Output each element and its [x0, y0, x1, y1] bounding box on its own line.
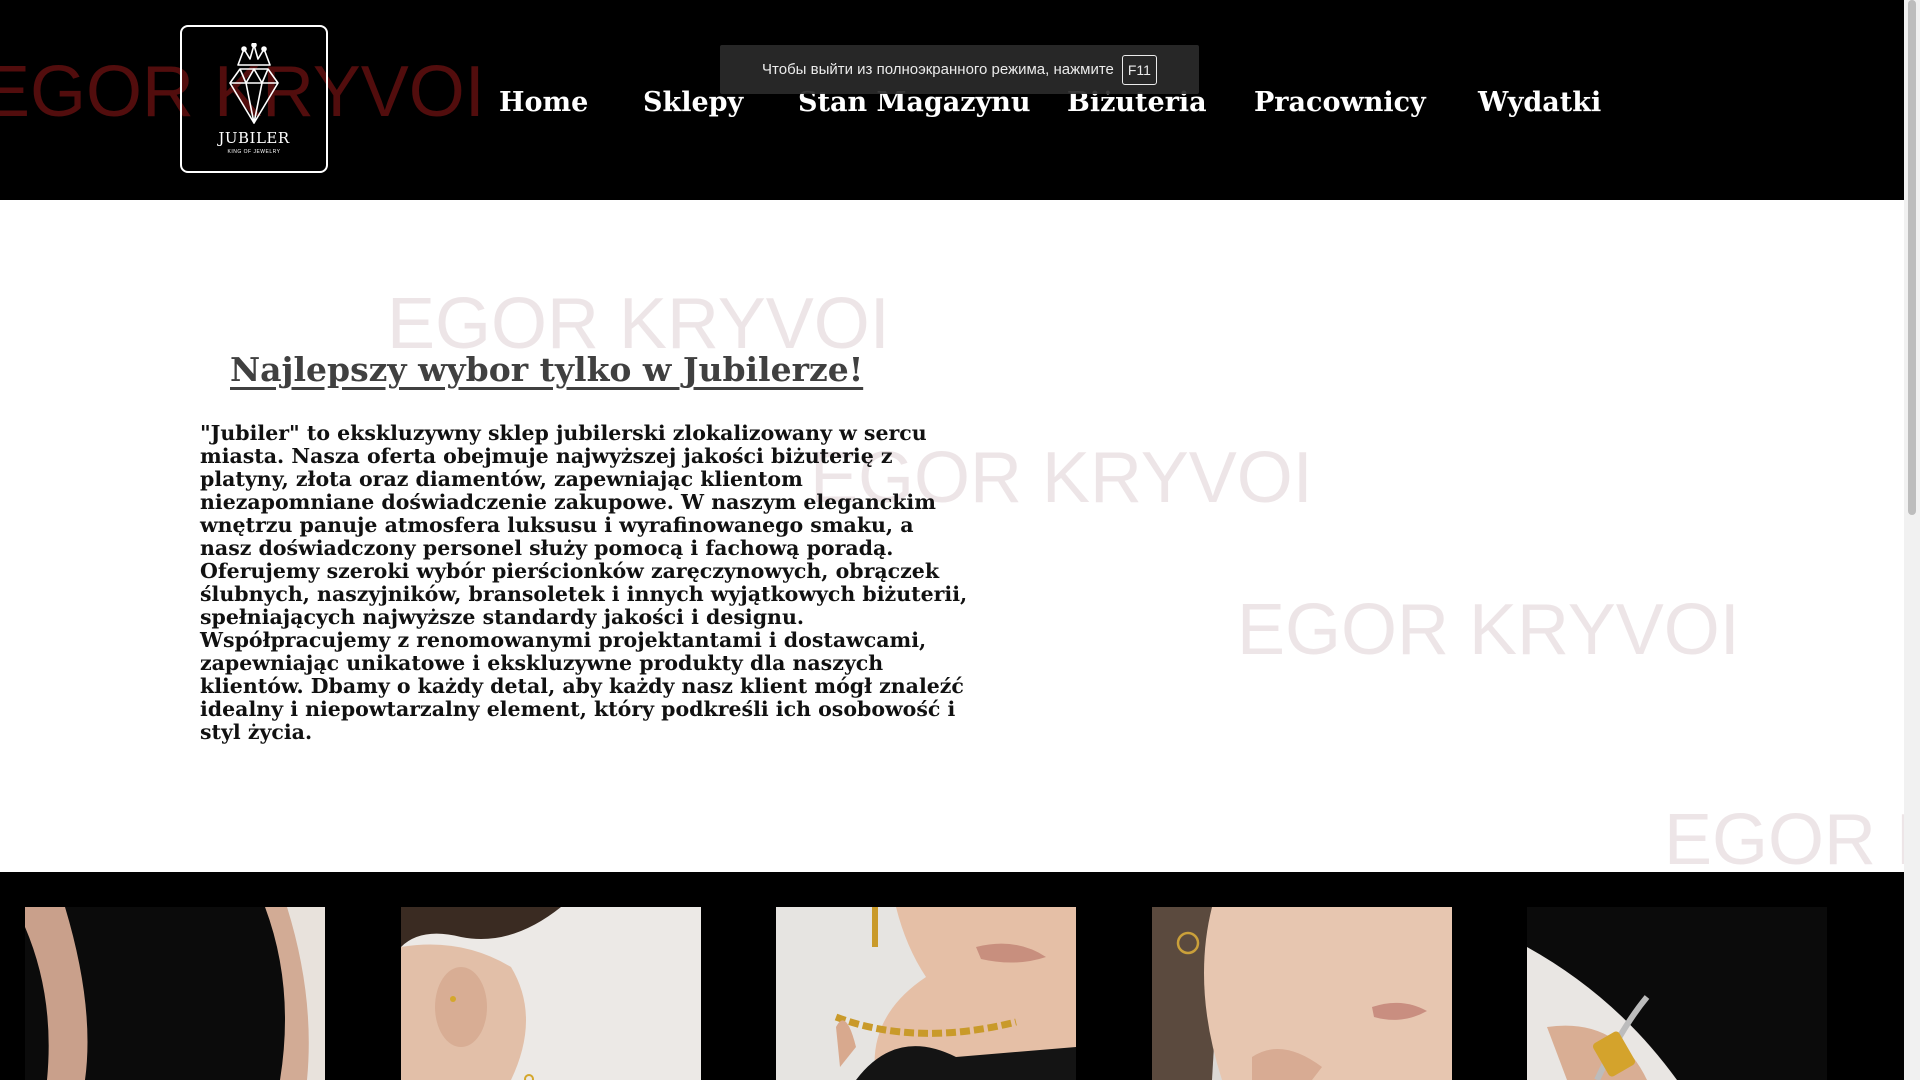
- fullscreen-key: F11: [1121, 54, 1157, 85]
- watermark-text: EGOR KRYVOI: [1237, 590, 1740, 670]
- gallery-card-neck[interactable]: [776, 907, 1076, 1080]
- nav-pracownicy[interactable]: Pracownicy: [1254, 85, 1426, 121]
- gallery-card-bracelet[interactable]: [1527, 907, 1827, 1080]
- gallery-card-hoop[interactable]: [1152, 907, 1452, 1080]
- nav-home[interactable]: Home: [499, 85, 588, 121]
- brand-name: JUBILER: [218, 129, 290, 147]
- hoop-earring-photo: [1152, 907, 1452, 1080]
- fullscreen-notice: Чтобы выйти из полноэкранного режима, на…: [720, 45, 1199, 94]
- scrollbar-thumb[interactable]: [1908, 0, 1916, 515]
- site-header: EGOR KRYVOI JUBILER KING OF JEWELRY Home…: [0, 0, 1904, 200]
- neck-chain-photo: [776, 907, 1076, 1080]
- store-description: "Jubiler" to ekskluzywny sklep jubilersk…: [200, 421, 968, 744]
- page-headline: Najlepszy wybor tylko w Jubilerze!: [230, 350, 864, 389]
- ear-earring-photo: [401, 907, 701, 1080]
- gallery-card-ear[interactable]: [401, 907, 701, 1080]
- brand-tagline: KING OF JEWELRY: [227, 149, 281, 155]
- watermark-text: EGOR KRYVOI: [1664, 800, 1920, 880]
- gallery-card-wrist[interactable]: [25, 907, 325, 1080]
- product-gallery: [0, 872, 1904, 1080]
- wrist-bracelet-photo: [25, 907, 325, 1080]
- page-scrollbar[interactable]: [1904, 0, 1920, 1080]
- nav-wydatki[interactable]: Wydatki: [1478, 85, 1601, 121]
- fullscreen-notice-text: Чтобы выйти из полноэкранного режима, на…: [762, 61, 1114, 78]
- gold-bracelet-photo: [1527, 907, 1827, 1080]
